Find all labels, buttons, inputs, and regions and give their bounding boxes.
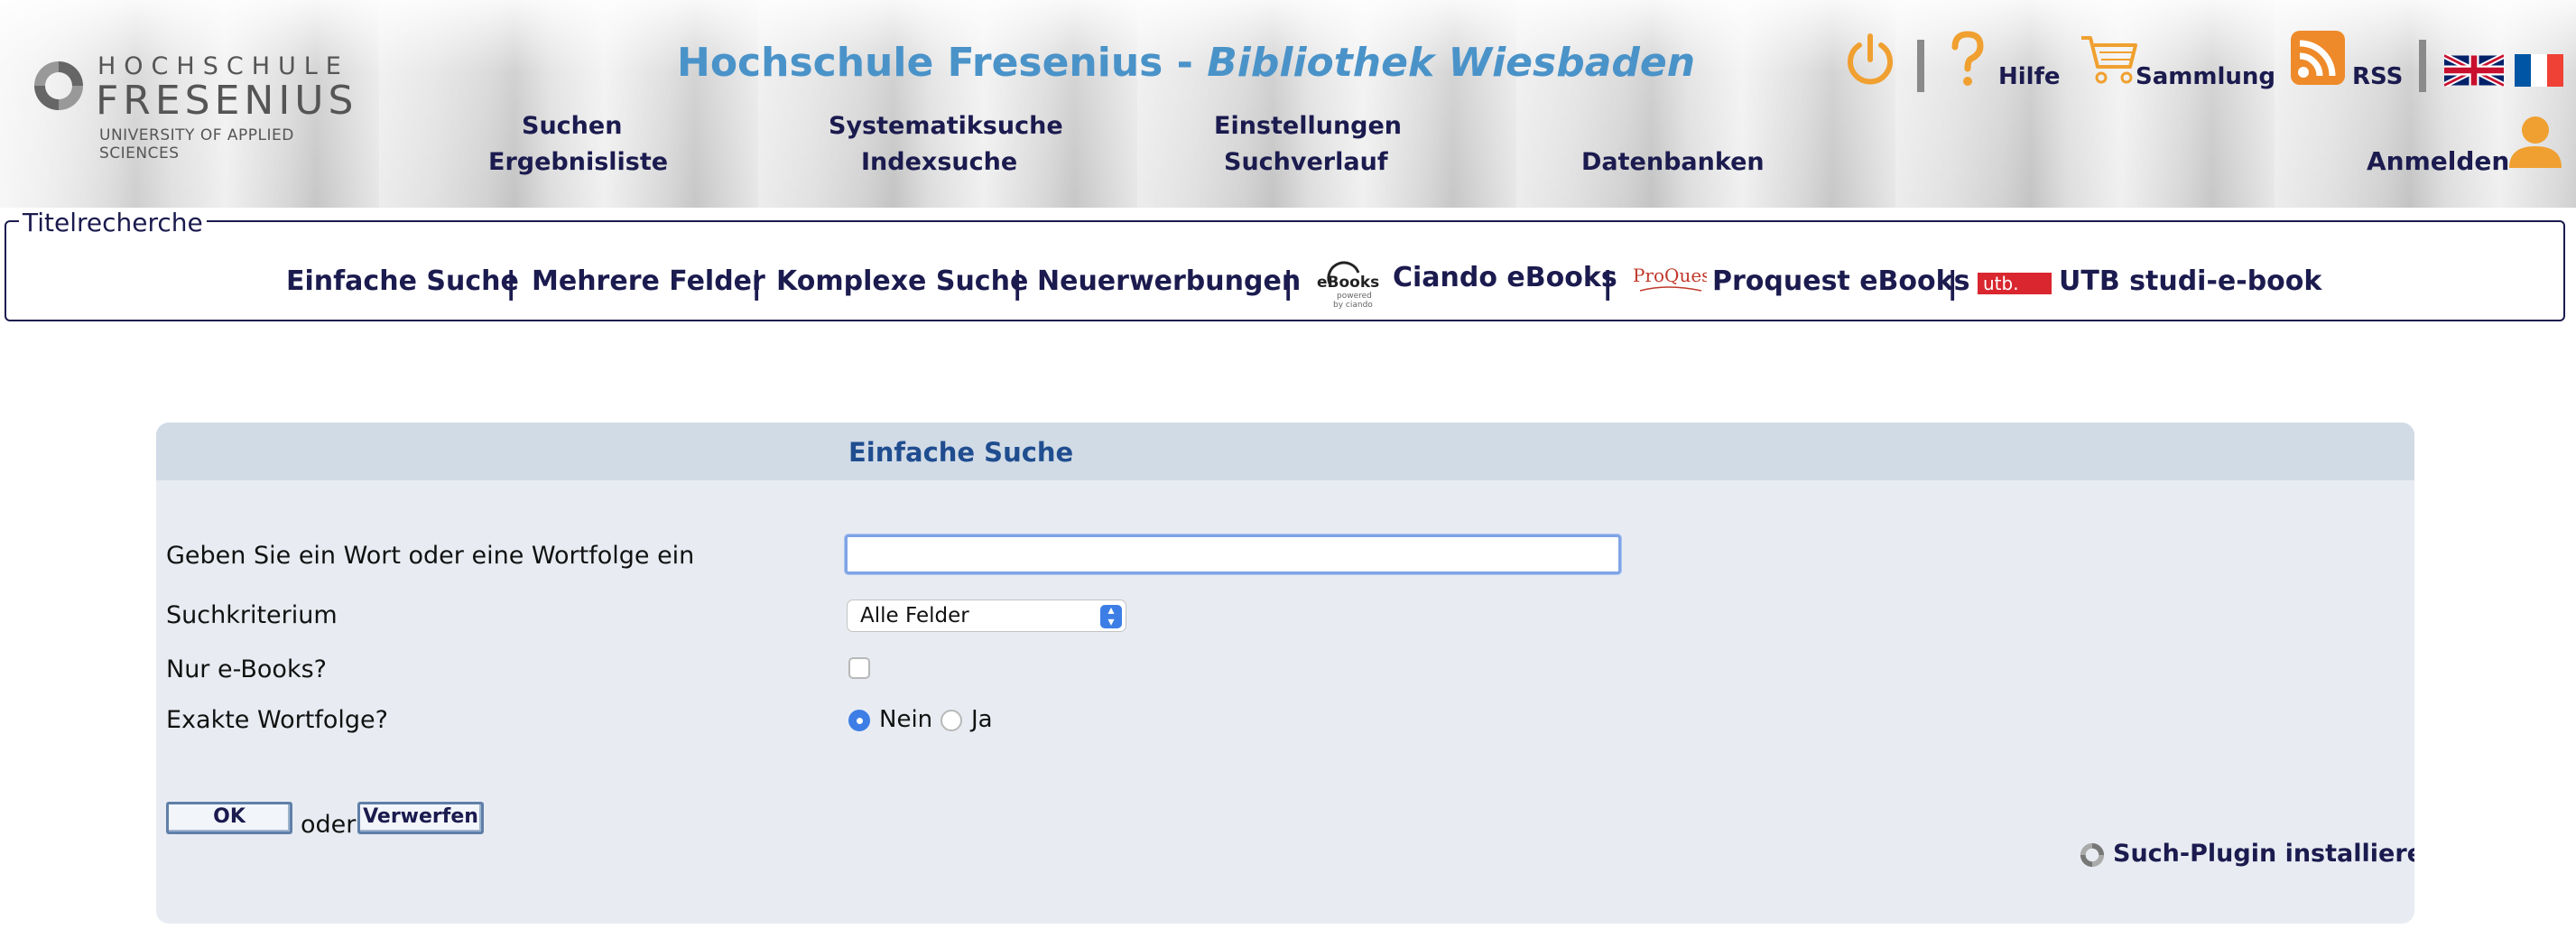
exact-phrase-radio-ja[interactable] — [941, 710, 962, 731]
uk-flag-icon[interactable] — [2444, 54, 2504, 87]
search-panel: Einfache Suche Geben Sie ein Wort oder e… — [156, 423, 2414, 924]
subnav-einfache-suche[interactable]: Einfache Suche — [286, 265, 519, 297]
titelrecherche-nav: Einfache Suche | Mehrere Felder | Komple… — [6, 261, 2563, 310]
subnav-utb-studi-e-book[interactable]: UTB studi-e-book — [2059, 265, 2321, 297]
fresenius-plugin-icon — [2080, 842, 2105, 868]
site-title: Hochschule Fresenius - Bibliothek Wiesba… — [677, 40, 1695, 86]
proquest-logo-icon: ProQuest — [1633, 265, 1707, 292]
titelrecherche-legend: Titelrecherche — [19, 208, 207, 237]
subnav-separator: | — [1283, 265, 1294, 302]
subnav-separator: | — [1012, 265, 1024, 302]
help-icon[interactable] — [1948, 31, 1988, 88]
site-title-main: Hochschule Fresenius - — [677, 40, 1208, 86]
select-arrows-icon: ▴ ▾ — [1100, 604, 1122, 628]
cart-icon[interactable] — [2080, 33, 2139, 87]
search-term-label: Geben Sie ein Wort oder eine Wortfolge e… — [166, 542, 695, 570]
titelrecherche-box: Titelrecherche Einfache Suche | Mehrere … — [5, 208, 2565, 321]
logo-text-fresenius: FRESENIUS — [96, 78, 358, 124]
sammlung-link[interactable]: Sammlung — [2136, 63, 2275, 90]
subnav-separator: | — [505, 265, 517, 302]
nav-datenbanken[interactable]: Datenbanken — [1581, 148, 1765, 176]
ciando-logo-text: eBooks — [1317, 274, 1379, 292]
subnav-separator: | — [1602, 265, 1614, 302]
page-header: HOCHSCHULE FRESENIUS UNIVERSITY OF APPLI… — [0, 0, 2576, 208]
france-flag-icon[interactable] — [2515, 54, 2563, 87]
subnav-proquest-ebooks[interactable]: Proquest eBooks — [1712, 265, 1969, 297]
nav-suchverlauf[interactable]: Suchverlauf — [1224, 148, 1388, 176]
rss-icon[interactable] — [2291, 31, 2345, 85]
ebooks-only-checkbox[interactable] — [848, 657, 870, 679]
search-panel-header: Einfache Suche — [156, 423, 2414, 480]
search-criterion-label: Suchkriterium — [166, 601, 338, 629]
exact-phrase-radio-nein[interactable] — [848, 710, 870, 731]
utb-logo-icon: utb. — [1978, 273, 2052, 294]
search-criterion-value: Alle Felder — [860, 604, 969, 627]
ciando-logo-powered: powered — [1337, 292, 1372, 301]
ciando-logo-by: by ciando — [1333, 301, 1373, 310]
hilfe-link[interactable]: Hilfe — [1998, 63, 2061, 90]
site-title-library: Bibliothek Wiesbaden — [1207, 40, 1696, 86]
search-term-input[interactable] — [845, 534, 1621, 574]
ebooks-only-label: Nur e-Books? — [166, 655, 327, 683]
search-plugin-label: Such-Plugin installieren — [2113, 840, 2414, 868]
subnav-separator: | — [751, 265, 763, 302]
nav-ergebnisliste[interactable]: Ergebnisliste — [488, 148, 668, 176]
logo-text-subtitle: UNIVERSITY OF APPLIED SCIENCES — [99, 126, 294, 163]
exact-phrase-label-ja: Ja — [971, 706, 993, 733]
subnav-separator: | — [1947, 265, 1959, 302]
proquest-logo-text: ProQuest — [1633, 265, 1707, 286]
anmelden-link[interactable]: Anmelden — [2367, 146, 2509, 176]
exact-phrase-label: Exakte Wortfolge? — [166, 706, 388, 734]
university-logo[interactable]: HOCHSCHULE FRESENIUS UNIVERSITY OF APPLI… — [27, 51, 370, 163]
ciando-ebooks-logo-icon: eBooks powered by ciando — [1317, 261, 1379, 310]
exact-phrase-label-nein: Nein — [879, 706, 933, 733]
tools-separator — [2419, 40, 2426, 92]
nav-suchen[interactable]: Suchen — [522, 112, 622, 140]
nav-einstellungen[interactable]: Einstellungen — [1214, 112, 1402, 140]
logo-text-hochschule: HOCHSCHULE — [97, 52, 349, 80]
ok-button[interactable]: OK — [166, 802, 292, 834]
subnav-ciando-ebooks[interactable]: Ciando eBooks — [1393, 262, 1617, 293]
power-icon[interactable] — [1841, 31, 1899, 88]
subnav-mehrere-felder[interactable]: Mehrere Felder — [532, 265, 765, 297]
reset-button[interactable]: Verwerfen — [357, 802, 484, 834]
rss-link[interactable]: RSS — [2352, 63, 2403, 90]
nav-systematiksuche[interactable]: Systematiksuche — [829, 112, 1063, 140]
tools-separator — [1917, 40, 1924, 92]
oder-text: oder — [301, 811, 357, 839]
subnav-neuerwerbungen[interactable]: Neuerwerbungen — [1037, 265, 1301, 297]
search-criterion-select[interactable]: Alle Felder ▴ ▾ — [847, 599, 1126, 632]
subnav-komplexe-suche[interactable]: Komplexe Suche — [776, 265, 1028, 297]
nav-indexsuche[interactable]: Indexsuche — [861, 148, 1017, 176]
search-panel-title: Einfache Suche — [848, 437, 1074, 468]
fresenius-logo-icon — [34, 61, 83, 110]
user-icon[interactable] — [2507, 114, 2563, 170]
